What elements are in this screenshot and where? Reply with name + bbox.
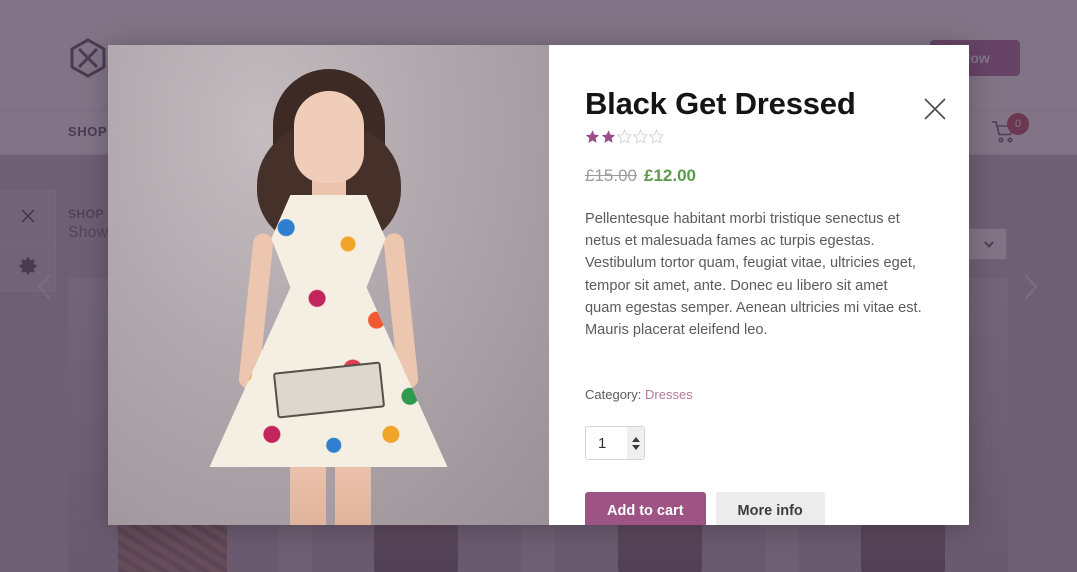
star-icon-empty bbox=[649, 129, 664, 144]
action-buttons: Add to cart More info bbox=[585, 492, 923, 525]
modal-close-button[interactable] bbox=[917, 91, 953, 127]
more-info-button[interactable]: More info bbox=[715, 492, 825, 525]
category-label: Category: bbox=[585, 387, 642, 403]
price-sale: £12.00 bbox=[644, 166, 696, 186]
quantity-increment-icon[interactable] bbox=[631, 436, 640, 442]
quantity-decrement-icon[interactable] bbox=[631, 444, 640, 450]
quantity-stepper[interactable]: 1 bbox=[585, 426, 645, 461]
modal-details: Black Get Dressed £15.00 £12.00 Pellentes… bbox=[549, 45, 969, 525]
star-rating bbox=[585, 129, 923, 144]
close-icon bbox=[924, 98, 946, 120]
category-link-dresses[interactable]: Dresses bbox=[645, 387, 693, 402]
quantity-spinner[interactable] bbox=[627, 427, 644, 460]
quick-view-modal: Black Get Dressed £15.00 £12.00 Pellentes… bbox=[108, 45, 969, 525]
product-image bbox=[108, 45, 549, 525]
category-row: Category: Dresses bbox=[585, 387, 923, 402]
quantity-wrapper: 1 bbox=[585, 426, 923, 461]
price-block: £15.00 £12.00 bbox=[585, 166, 923, 186]
price-original: £15.00 bbox=[585, 166, 637, 186]
product-description: Pellentesque habitant morbi tristique se… bbox=[585, 211, 922, 338]
product-title: Black Get Dressed bbox=[585, 86, 856, 121]
star-icon-empty bbox=[633, 129, 648, 144]
star-icon-filled bbox=[585, 130, 600, 143]
quantity-value: 1 bbox=[598, 434, 607, 452]
star-icon-empty bbox=[617, 129, 632, 144]
star-icon-filled bbox=[601, 130, 616, 143]
add-to-cart-button[interactable]: Add to cart bbox=[585, 492, 706, 525]
